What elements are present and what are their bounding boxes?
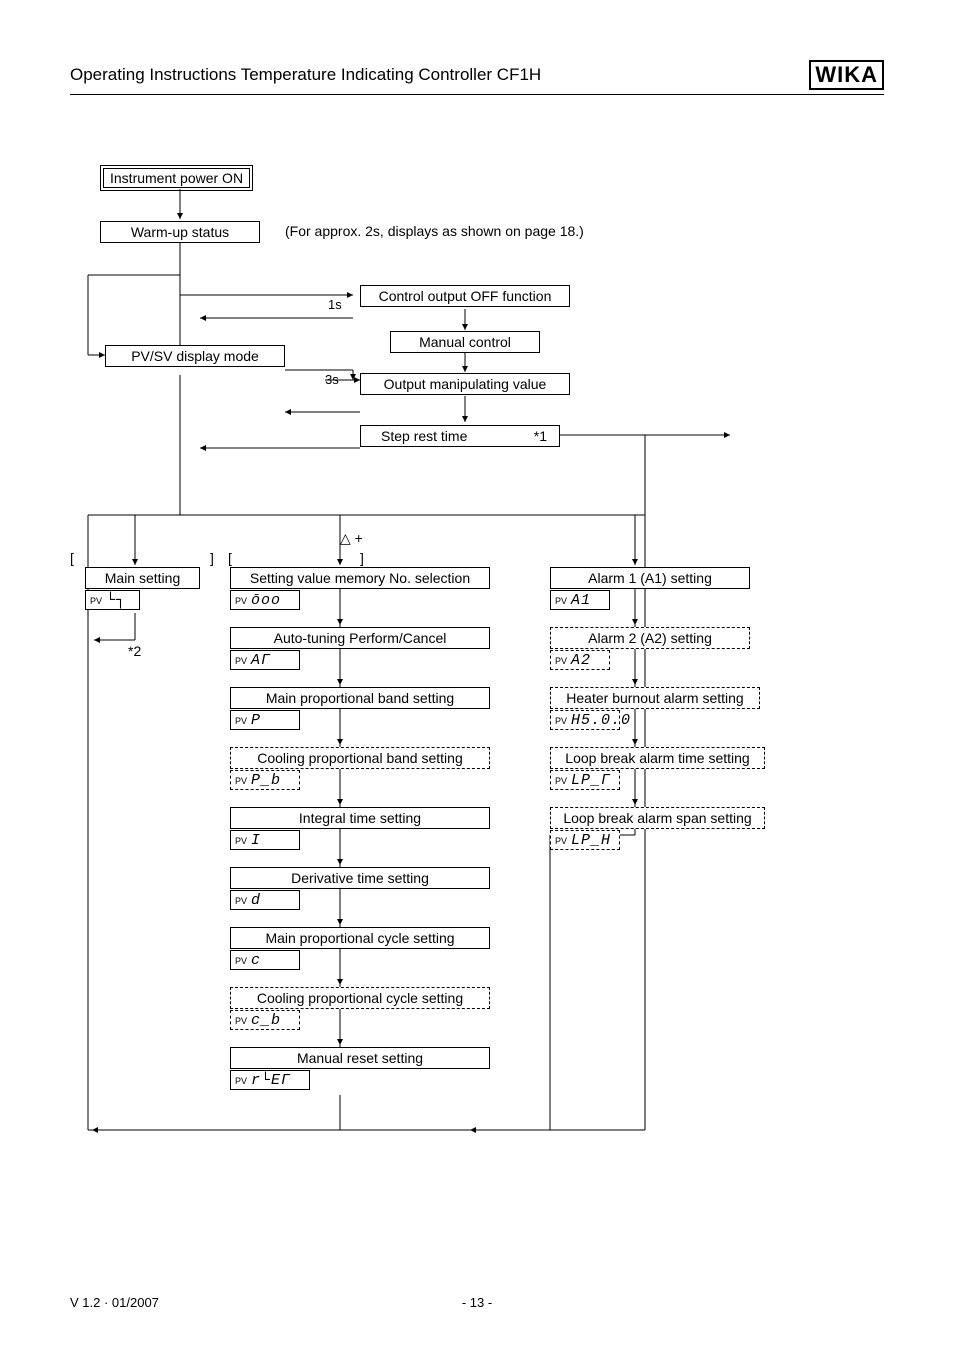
pv-value: c [251,952,261,969]
pv-cp: PV P_b [230,770,300,790]
pv-value: LP_H [571,832,611,849]
warmup-note: (For approx. 2s, displays as shown on pa… [285,223,584,239]
star2: *2 [128,643,141,659]
time-3s: 3s [325,372,339,387]
pv-value: P_b [251,772,281,789]
pv-value: H5.0.0 [571,712,631,729]
pv-label: PV [555,716,567,726]
pv-it: PV I [230,830,300,850]
pv-value: P [251,712,261,729]
pv-label: PV [555,776,567,786]
star1: *1 [534,428,555,444]
pv-label: PV [235,1016,247,1026]
pv-value: d [251,892,261,909]
pv-label: PV [555,596,567,606]
node-cpc: Cooling proportional cycle setting [230,987,490,1009]
pv-mp: PV P [230,710,300,730]
time-1s: 1s [328,297,342,312]
node-lps: Loop break alarm span setting [550,807,765,829]
pv-mpc: PV c [230,950,300,970]
node-mp: Main proportional band setting [230,687,490,709]
pv-label: PV [235,776,247,786]
footer-version: V 1.2 · 01/2007 [70,1295,159,1310]
pv-label: PV [235,656,247,666]
node-manual-control: Manual control [390,331,540,353]
page-header: Operating Instructions Temperature Indic… [70,60,884,95]
label: Instrument power ON [103,168,250,188]
brand-logo: WIKA [809,60,884,90]
node-pvsv-display-mode: PV/SV display mode [105,345,285,367]
node-main-setting: Main setting [85,567,200,589]
pv-at: PV AΓ [230,650,300,670]
pv-a2: PV A2 [550,650,610,670]
flow-diagram: Instrument power ON Warm-up status (For … [70,165,884,1235]
pv-value: I [251,832,261,849]
pv-value: A2 [571,652,591,669]
bracket-r2: ] [360,550,364,566]
pv-main-setting: PV └┐ [85,590,140,610]
pv-label: PV [235,716,247,726]
pv-lpt: PV LP_Γ [550,770,620,790]
bracket-r1: ] [210,550,214,566]
node-a1: Alarm 1 (A1) setting [550,567,750,589]
node-instrument-power-on: Instrument power ON [100,165,253,191]
node-output-mv: Output manipulating value [360,373,570,395]
pv-value: c_b [251,1012,281,1029]
pv-mr: PV r└EΓ [230,1070,310,1090]
pv-svm: PV ōoo [230,590,300,610]
triangle-plus: △ + [340,530,363,547]
pv-dt: PV d [230,890,300,910]
footer-page: - 13 - [462,1295,492,1310]
pv-label: PV [235,956,247,966]
node-hb: Heater burnout alarm setting [550,687,760,709]
node-step-rest-time: Step rest time *1 [360,425,560,447]
node-cp: Cooling proportional band setting [230,747,490,769]
pv-hb: PVH5.0.0 [550,710,620,730]
node-a2: Alarm 2 (A2) setting [550,627,750,649]
node-lpt: Loop break alarm time setting [550,747,765,769]
bracket-l2: [ [228,550,232,566]
node-warmup-status: Warm-up status [100,221,260,243]
pv-label: PV [235,1076,247,1086]
page-footer: V 1.2 · 01/2007 - 13 - [70,1295,884,1310]
pv-value: r└EΓ [251,1072,291,1089]
header-title: Operating Instructions Temperature Indic… [70,65,541,85]
node-mr: Manual reset setting [230,1047,490,1069]
pv-cpc: PV c_b [230,1010,300,1030]
node-control-output-off: Control output OFF function [360,285,570,307]
pv-value: A1 [571,592,591,609]
pv-label: PV [235,896,247,906]
pv-value: └┐ [106,592,126,609]
pv-lps: PV LP_H [550,830,620,850]
node-svm: Setting value memory No. selection [230,567,490,589]
pv-label: PV [235,596,247,606]
node-mpc: Main proportional cycle setting [230,927,490,949]
pv-a1: PV A1 [550,590,610,610]
pv-value: AΓ [251,652,271,669]
pv-label: PV [555,836,567,846]
pv-value: ōoo [251,592,281,609]
node-it: Integral time setting [230,807,490,829]
bracket-l1: [ [70,550,74,566]
pv-label: PV [235,836,247,846]
label: Step rest time [381,428,467,444]
pv-value: LP_Γ [571,772,611,789]
pv-label: PV [555,656,567,666]
pv-label: PV [90,596,102,606]
node-dt: Derivative time setting [230,867,490,889]
node-at: Auto-tuning Perform/Cancel [230,627,490,649]
